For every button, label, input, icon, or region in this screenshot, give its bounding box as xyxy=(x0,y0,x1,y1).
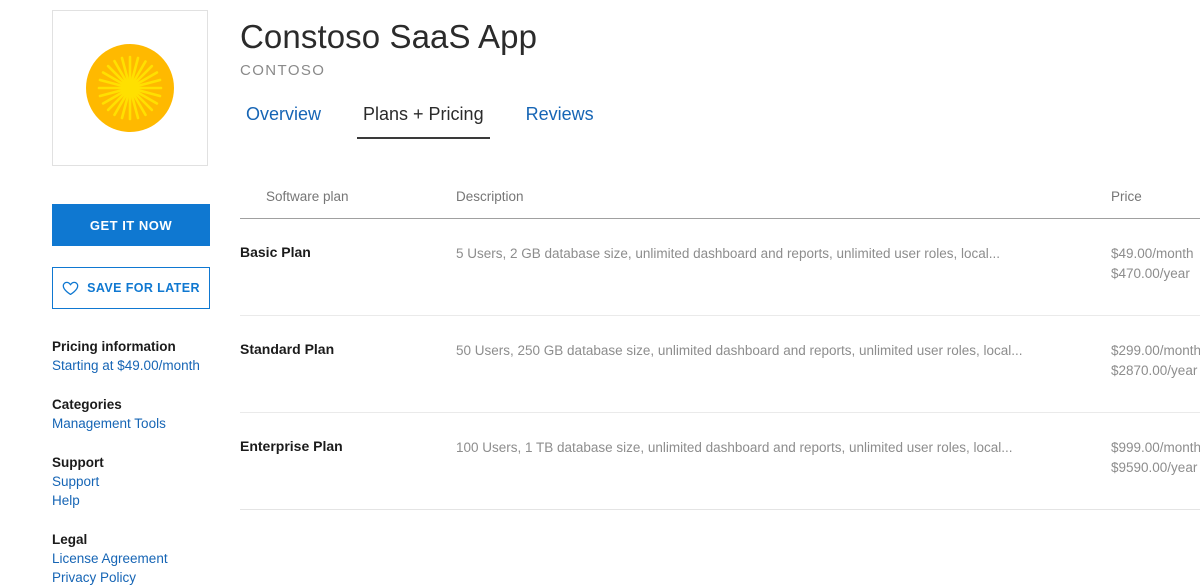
sidebar-section-categories: Categories Management Tools xyxy=(52,395,210,433)
save-for-later-label: SAVE FOR LATER xyxy=(87,281,200,295)
plan-description-enterprise: 100 Users, 1 TB database size, unlimited… xyxy=(456,413,1111,510)
sunburst-icon xyxy=(80,38,180,138)
plan-name-enterprise: Enterprise Plan xyxy=(240,413,456,510)
sidebar-heading-pricing: Pricing information xyxy=(52,337,210,356)
sidebar-link-starting-price[interactable]: Starting at $49.00/month xyxy=(52,356,210,375)
product-detail-main: Constoso SaaS App CONTOSO Overview Plans… xyxy=(240,0,1200,510)
table-row[interactable]: Basic Plan 5 Users, 2 GB database size, … xyxy=(240,219,1200,316)
plan-price-monthly: $299.00/month xyxy=(1111,341,1200,361)
sidebar-section-pricing: Pricing information Starting at $49.00/m… xyxy=(52,337,210,375)
plan-price-enterprise: $999.00/month $9590.00/year xyxy=(1111,413,1200,510)
plan-price-monthly: $999.00/month xyxy=(1111,438,1200,458)
column-header-description: Description xyxy=(456,189,1111,219)
sidebar-link-privacy-policy[interactable]: Privacy Policy xyxy=(52,568,210,587)
table-header-row: Software plan Description Price xyxy=(240,189,1200,219)
publisher-name: CONTOSO xyxy=(240,60,1200,82)
column-header-software-plan: Software plan xyxy=(240,189,456,219)
plan-name-standard: Standard Plan xyxy=(240,316,456,413)
plan-price-monthly: $49.00/month xyxy=(1111,244,1200,264)
sidebar-link-support[interactable]: Support xyxy=(52,472,210,491)
get-it-now-label: GET IT NOW xyxy=(90,218,172,233)
plans-table: Software plan Description Price Basic Pl… xyxy=(240,189,1200,510)
product-logo-container xyxy=(52,10,208,166)
sidebar-heading-legal: Legal xyxy=(52,530,210,549)
plan-price-standard: $299.00/month $2870.00/year xyxy=(1111,316,1200,413)
table-row[interactable]: Enterprise Plan 100 Users, 1 TB database… xyxy=(240,413,1200,510)
plan-description-basic: 5 Users, 2 GB database size, unlimited d… xyxy=(456,219,1111,316)
page-title: Constoso SaaS App xyxy=(240,0,1200,58)
sidebar-section-support: Support Support Help xyxy=(52,453,210,510)
sidebar-link-management-tools[interactable]: Management Tools xyxy=(52,414,210,433)
column-header-price: Price xyxy=(1111,189,1200,219)
save-for-later-button[interactable]: SAVE FOR LATER xyxy=(52,267,210,309)
plan-price-yearly: $2870.00/year xyxy=(1111,361,1200,381)
sidebar-link-help[interactable]: Help xyxy=(52,491,210,510)
sidebar-link-license-agreement[interactable]: License Agreement xyxy=(52,549,210,568)
sidebar-section-legal: Legal License Agreement Privacy Policy xyxy=(52,530,210,587)
table-row[interactable]: Standard Plan 50 Users, 250 GB database … xyxy=(240,316,1200,413)
tab-plans-pricing[interactable]: Plans + Pricing xyxy=(357,101,490,139)
tab-overview[interactable]: Overview xyxy=(240,101,327,139)
plan-price-yearly: $470.00/year xyxy=(1111,264,1200,284)
tab-bar: Overview Plans + Pricing Reviews xyxy=(240,101,1200,143)
plan-price-yearly: $9590.00/year xyxy=(1111,458,1200,478)
tab-reviews[interactable]: Reviews xyxy=(520,101,600,139)
heart-icon xyxy=(62,281,79,296)
sidebar-heading-categories: Categories xyxy=(52,395,210,414)
sidebar-heading-support: Support xyxy=(52,453,210,472)
get-it-now-button[interactable]: GET IT NOW xyxy=(52,204,210,246)
plan-description-standard: 50 Users, 250 GB database size, unlimite… xyxy=(456,316,1111,413)
plan-price-basic: $49.00/month $470.00/year xyxy=(1111,219,1200,316)
plan-name-basic: Basic Plan xyxy=(240,219,456,316)
product-sidebar: GET IT NOW SAVE FOR LATER Pricing inform… xyxy=(52,10,210,587)
